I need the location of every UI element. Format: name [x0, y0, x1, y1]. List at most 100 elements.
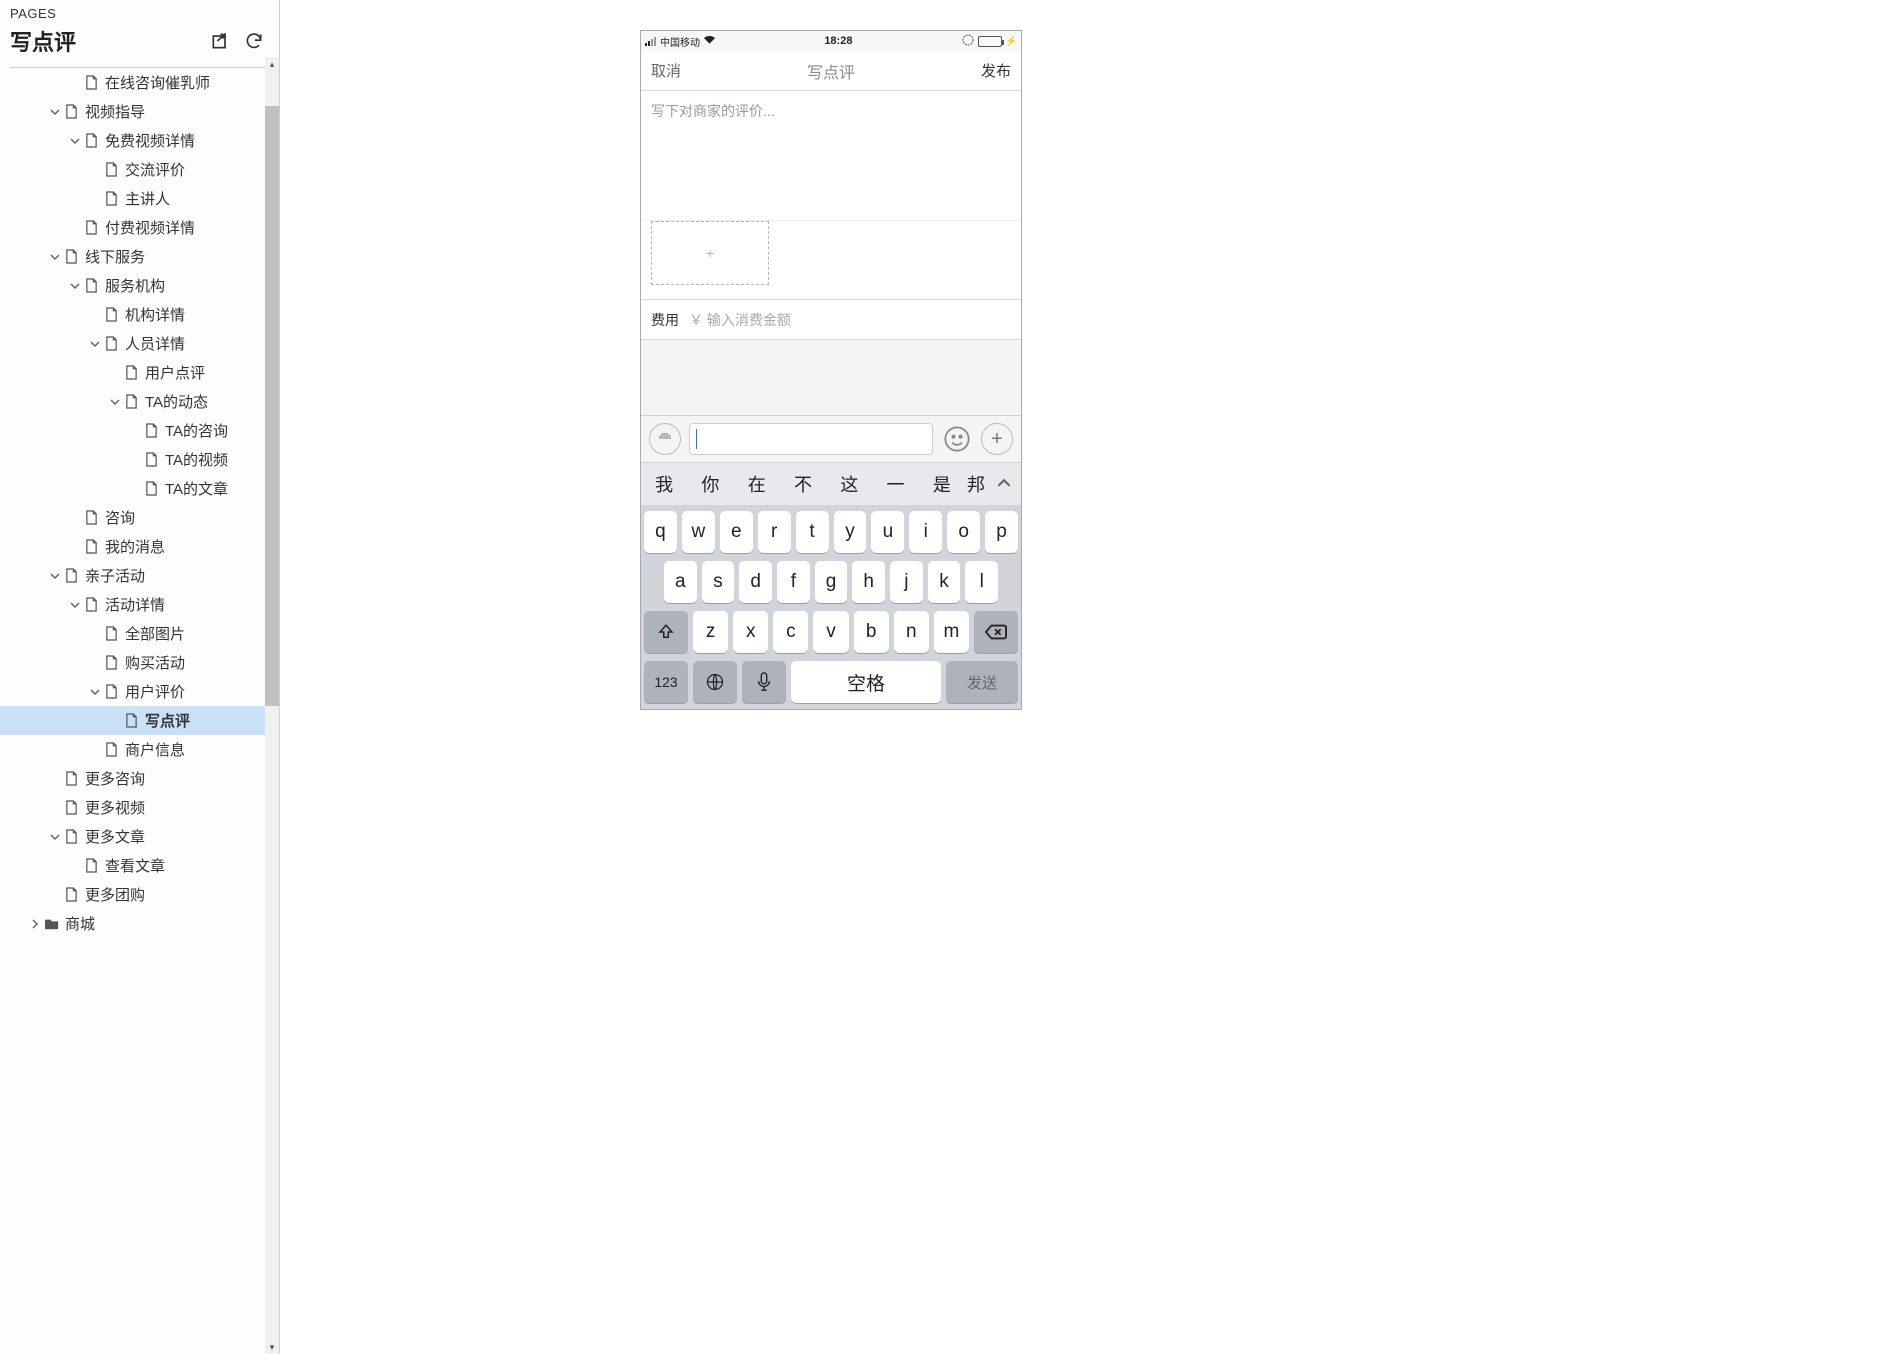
key-l[interactable]: l: [965, 561, 998, 603]
fee-row[interactable]: 费用 ￥ 输入消费金额: [641, 300, 1021, 340]
chevron-down-icon[interactable]: [48, 105, 62, 119]
ime-candidate[interactable]: 一: [872, 471, 918, 497]
cancel-button[interactable]: 取消: [651, 60, 681, 81]
add-icon[interactable]: +: [981, 423, 1013, 455]
scroll-up-icon[interactable]: ▴: [265, 68, 279, 71]
key-q[interactable]: q: [644, 511, 677, 553]
chevron-down-icon[interactable]: [68, 279, 82, 293]
tree-item[interactable]: 活动详情: [0, 590, 279, 619]
tree-item[interactable]: 全部图片: [0, 619, 279, 648]
chevron-down-icon[interactable]: [68, 598, 82, 612]
ime-candidate[interactable]: 在: [734, 471, 780, 497]
tree-item[interactable]: 交流评价: [0, 155, 279, 184]
scroll-down-icon[interactable]: ▾: [265, 1340, 279, 1354]
chevron-down-icon[interactable]: [108, 395, 122, 409]
key-k[interactable]: k: [928, 561, 961, 603]
tree-item[interactable]: 写点评: [0, 706, 279, 735]
tree-item[interactable]: TA的咨询: [0, 416, 279, 445]
tree-item[interactable]: 商户信息: [0, 735, 279, 764]
key-n[interactable]: n: [894, 611, 929, 653]
chevron-down-icon[interactable]: [48, 250, 62, 264]
mic-key[interactable]: [742, 661, 786, 703]
add-photo-button[interactable]: +: [651, 221, 769, 285]
tree-item[interactable]: TA的视频: [0, 445, 279, 474]
key-u[interactable]: u: [871, 511, 904, 553]
key-f[interactable]: f: [777, 561, 810, 603]
tree-item[interactable]: 付费视频详情: [0, 213, 279, 242]
sidebar-header: PAGES 写点评: [0, 0, 279, 68]
carrier-label: 中国移动: [660, 34, 700, 49]
key-g[interactable]: g: [815, 561, 848, 603]
globe-key[interactable]: [693, 661, 737, 703]
key-r[interactable]: r: [758, 511, 791, 553]
tree-item[interactable]: 商城: [0, 909, 279, 938]
tree-item[interactable]: 亲子活动: [0, 561, 279, 590]
key-j[interactable]: j: [890, 561, 923, 603]
tree-item[interactable]: 我的消息: [0, 532, 279, 561]
voice-icon[interactable]: [649, 423, 681, 455]
tree-item[interactable]: TA的文章: [0, 474, 279, 503]
ime-candidate[interactable]: 不: [780, 471, 826, 497]
tree-item[interactable]: 视频指导: [0, 97, 279, 126]
key-w[interactable]: w: [682, 511, 715, 553]
key-i[interactable]: i: [909, 511, 942, 553]
key-s[interactable]: s: [702, 561, 735, 603]
chevron-down-icon[interactable]: [48, 569, 62, 583]
ime-candidate[interactable]: 你: [687, 471, 733, 497]
key-m[interactable]: m: [934, 611, 969, 653]
tree-item[interactable]: 更多团购: [0, 880, 279, 909]
tree-item[interactable]: 机构详情: [0, 300, 279, 329]
ime-candidate[interactable]: 邦: [965, 471, 987, 497]
key-a[interactable]: a: [664, 561, 697, 603]
numeric-key[interactable]: 123: [644, 661, 688, 703]
key-d[interactable]: d: [739, 561, 772, 603]
key-y[interactable]: y: [834, 511, 867, 553]
emoji-icon[interactable]: [941, 423, 973, 455]
tree-item[interactable]: 服务机构: [0, 271, 279, 300]
tree-item[interactable]: 用户点评: [0, 358, 279, 387]
scrollbar-thumb[interactable]: [265, 106, 279, 706]
page-tree[interactable]: ▴ ▾ 在线咨询催乳师视频指导免费视频详情交流评价主讲人付费视频详情线下服务服务…: [0, 68, 279, 1354]
send-key[interactable]: 发送: [946, 661, 1018, 703]
tree-item[interactable]: 咨询: [0, 503, 279, 532]
tree-item[interactable]: 线下服务: [0, 242, 279, 271]
key-z[interactable]: z: [693, 611, 728, 653]
ime-candidate[interactable]: 是: [919, 471, 965, 497]
tree-item[interactable]: 在线咨询催乳师: [0, 68, 279, 97]
chevron-down-icon[interactable]: [68, 134, 82, 148]
publish-button[interactable]: 发布: [981, 60, 1011, 81]
tree-item[interactable]: 免费视频详情: [0, 126, 279, 155]
key-v[interactable]: v: [813, 611, 848, 653]
key-h[interactable]: h: [852, 561, 885, 603]
share-icon[interactable]: [209, 30, 231, 52]
key-b[interactable]: b: [854, 611, 889, 653]
key-c[interactable]: c: [773, 611, 808, 653]
tree-item[interactable]: 更多视频: [0, 793, 279, 822]
chat-input[interactable]: [689, 423, 933, 455]
ime-candidate[interactable]: 我: [641, 471, 687, 497]
chevron-down-icon[interactable]: [88, 685, 102, 699]
key-o[interactable]: o: [947, 511, 980, 553]
chevron-down-icon[interactable]: [88, 337, 102, 351]
key-p[interactable]: p: [985, 511, 1018, 553]
tree-item[interactable]: 购买活动: [0, 648, 279, 677]
tree-item[interactable]: 更多文章: [0, 822, 279, 851]
tree-item[interactable]: 主讲人: [0, 184, 279, 213]
key-x[interactable]: x: [733, 611, 768, 653]
tree-item[interactable]: 查看文章: [0, 851, 279, 880]
backspace-key[interactable]: [974, 611, 1018, 653]
chevron-up-icon[interactable]: [987, 474, 1021, 495]
tree-item[interactable]: 更多咨询: [0, 764, 279, 793]
review-textarea[interactable]: 写下对商家的评价...: [641, 91, 1021, 221]
ime-candidate[interactable]: 这: [826, 471, 872, 497]
space-key[interactable]: 空格: [791, 661, 941, 703]
tree-item[interactable]: 人员详情: [0, 329, 279, 358]
tree-item[interactable]: TA的动态: [0, 387, 279, 416]
chevron-right-icon[interactable]: [28, 917, 42, 931]
tree-item[interactable]: 用户评价: [0, 677, 279, 706]
key-e[interactable]: e: [720, 511, 753, 553]
refresh-icon[interactable]: [243, 30, 265, 52]
shift-key[interactable]: [644, 611, 688, 653]
key-t[interactable]: t: [796, 511, 829, 553]
chevron-down-icon[interactable]: [48, 830, 62, 844]
